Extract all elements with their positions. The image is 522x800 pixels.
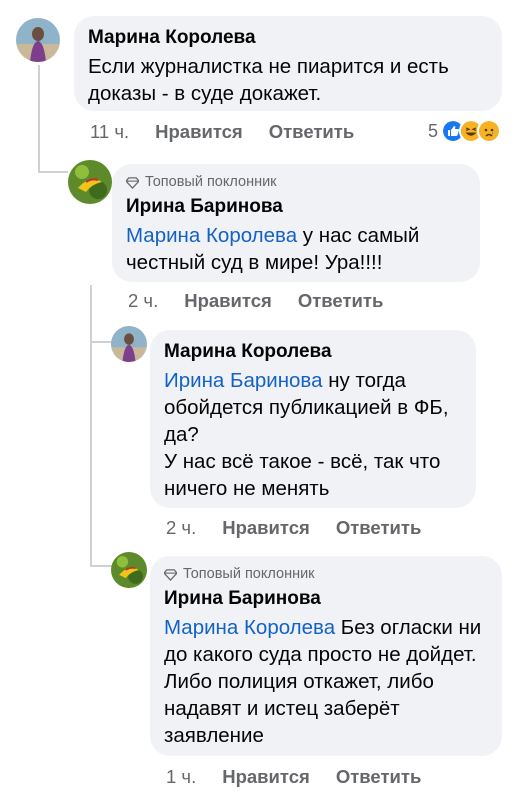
badge-label: Топовый поклонник	[145, 174, 277, 190]
mention-link[interactable]: Ирина Баринова	[164, 369, 323, 392]
top-fan-badge: Топовый поклонник	[164, 566, 488, 582]
comment-author[interactable]: Марина Королева	[164, 340, 462, 364]
reply-button[interactable]: Ответить	[298, 290, 384, 312]
comment-time[interactable]: 2 ч.	[128, 290, 158, 312]
mention-link[interactable]: Марина Королева	[164, 616, 335, 639]
comment-time[interactable]: 2 ч.	[166, 517, 196, 539]
like-button[interactable]: Нравится	[184, 290, 272, 312]
reply-button[interactable]: Ответить	[269, 121, 355, 143]
avatar[interactable]	[16, 18, 60, 62]
sad-icon	[477, 119, 502, 143]
comment-actions: 2 ч. Нравится Ответить	[128, 290, 409, 312]
comment-text: Марина Королева у нас самый честный суд …	[126, 222, 466, 276]
comment-bubble: Марина Королева Ирина Баринова ну тогда …	[150, 330, 476, 508]
comment-author[interactable]: Ирина Баринова	[164, 587, 488, 611]
reaction-count: 5	[428, 120, 439, 141]
thread-line-2	[90, 285, 92, 565]
comment-bubble: Топовый поклонник Ирина Баринова Марина …	[150, 556, 502, 756]
like-button[interactable]: Нравится	[222, 766, 310, 788]
avatar[interactable]	[111, 326, 147, 362]
thread-line	[38, 65, 40, 173]
diamond-icon	[164, 568, 177, 581]
avatar[interactable]	[68, 160, 112, 204]
comment-text: Ирина Баринова ну тогда обойдется публик…	[164, 367, 462, 448]
comment-actions: 2 ч. Нравится Ответить	[166, 517, 447, 539]
comment-author[interactable]: Ирина Баринова	[126, 195, 466, 219]
comment-actions: 11 ч. Нравится Ответить	[90, 121, 380, 143]
badge-label: Топовый поклонник	[183, 566, 315, 582]
comment-bubble: Топовый поклонник Ирина Баринова Марина …	[112, 164, 480, 282]
comment-text: Если журналистка не пиарится и есть дока…	[88, 55, 449, 105]
top-fan-badge: Топовый поклонник	[126, 174, 466, 190]
comment-time[interactable]: 1 ч.	[166, 766, 196, 788]
comment-author[interactable]: Марина Королева	[88, 26, 488, 50]
mention-link[interactable]: Марина Королева	[126, 224, 297, 247]
diamond-icon	[126, 176, 139, 189]
reply-button[interactable]: Ответить	[336, 766, 422, 788]
avatar[interactable]	[111, 552, 147, 588]
thread-line-branch	[90, 565, 112, 567]
comment-actions: 1 ч. Нравится Ответить	[166, 766, 447, 788]
comment-time[interactable]: 11 ч.	[90, 121, 129, 143]
thread-line-curve	[38, 171, 68, 173]
like-button[interactable]: Нравится	[155, 121, 243, 143]
thread-line-branch	[90, 341, 112, 343]
comment-text: Марина Королева Без огласки ни до какого…	[164, 614, 488, 749]
comment-bubble: Марина Королева Если журналистка не пиар…	[74, 16, 502, 111]
reply-button[interactable]: Ответить	[336, 517, 422, 539]
comment-text-line: У нас всё такое - всё, так что ничего не…	[164, 450, 441, 500]
reactions-summary[interactable]: 5	[428, 119, 502, 143]
like-button[interactable]: Нравится	[222, 517, 310, 539]
